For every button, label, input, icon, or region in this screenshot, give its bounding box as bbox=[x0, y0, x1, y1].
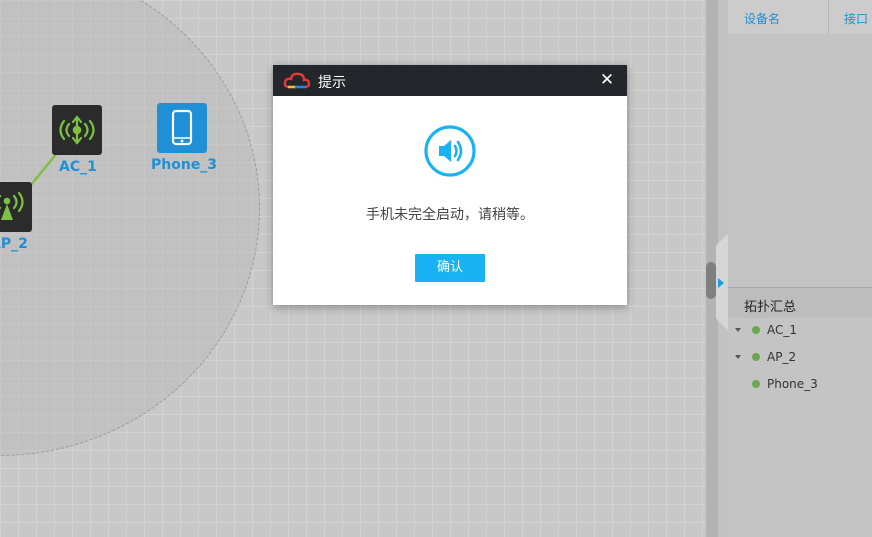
tree-item-label: Phone_3 bbox=[767, 377, 818, 391]
column-interface[interactable]: 接口 bbox=[844, 10, 868, 27]
phone3-label: Phone_3 bbox=[151, 157, 218, 173]
column-device-name[interactable]: 设备名 bbox=[744, 10, 780, 27]
panel-splitter[interactable] bbox=[706, 0, 728, 537]
properties-header: 设备名 接口 bbox=[728, 0, 872, 34]
topology-tree: AC_1 AP_2 Phone_3 bbox=[728, 318, 872, 399]
topology-summary-header: 拓扑汇总 bbox=[728, 287, 872, 318]
scrollbar-handle[interactable] bbox=[706, 262, 716, 299]
topology-summary-title: 拓扑汇总 bbox=[744, 300, 797, 315]
ac1-label: AC_1 bbox=[59, 159, 97, 175]
properties-table-body bbox=[728, 34, 872, 284]
dialog-message: 手机未完全启动，请稍等。 bbox=[366, 207, 534, 223]
tree-item-phone3[interactable]: Phone_3 bbox=[728, 372, 872, 399]
column-divider bbox=[828, 0, 829, 34]
cloud-logo-icon bbox=[283, 72, 311, 89]
ap2-label: AP_2 bbox=[0, 236, 28, 252]
ac1-device[interactable] bbox=[52, 105, 102, 155]
phone-icon bbox=[171, 109, 193, 146]
status-dot-icon bbox=[752, 326, 760, 334]
ap2-device[interactable] bbox=[0, 182, 32, 232]
close-icon[interactable]: ✕ bbox=[597, 69, 617, 91]
tree-item-ap2[interactable]: AP_2 bbox=[728, 345, 872, 372]
dialog-titlebar[interactable]: 提示 ✕ bbox=[273, 65, 627, 96]
status-dot-icon bbox=[752, 380, 760, 388]
access-point-icon bbox=[0, 191, 24, 220]
expand-caret-icon[interactable] bbox=[735, 328, 741, 332]
notice-dialog: 提示 ✕ 手机未完全启动，请稍等。 确认 bbox=[273, 65, 627, 305]
expand-caret-icon[interactable] bbox=[735, 355, 741, 359]
status-dot-icon bbox=[752, 353, 760, 361]
collapse-arrow-icon[interactable] bbox=[718, 278, 724, 288]
phone3-device[interactable] bbox=[157, 103, 207, 153]
tree-item-ac1[interactable]: AC_1 bbox=[728, 318, 872, 345]
dialog-title: 提示 bbox=[318, 75, 346, 91]
tree-item-label: AP_2 bbox=[767, 350, 797, 364]
wireless-controller-icon bbox=[59, 115, 95, 145]
tree-item-label: AC_1 bbox=[767, 323, 798, 337]
speaker-icon bbox=[424, 125, 476, 177]
right-panel: 设备名 接口 拓扑汇总 AC_1 AP_2 Phone_3 bbox=[728, 0, 872, 537]
confirm-button[interactable]: 确认 bbox=[415, 254, 485, 282]
